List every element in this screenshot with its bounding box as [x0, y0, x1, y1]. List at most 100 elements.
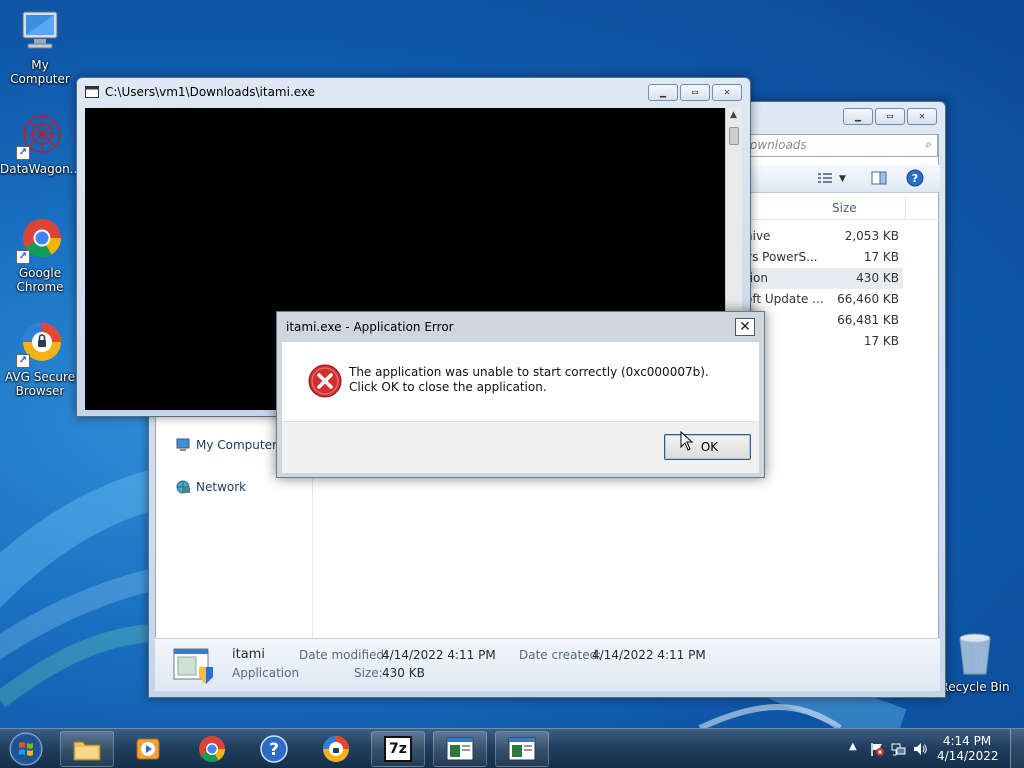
taskbar-help-button[interactable]: ?: [247, 731, 301, 767]
media-player-icon: [136, 738, 160, 760]
recycle-bin-icon: [951, 630, 999, 678]
computer-icon: [16, 8, 64, 56]
desktop-icon-label: AVG Secure Browser: [4, 370, 76, 398]
avg-browser-icon: ↗: [16, 320, 64, 368]
taskbar-media-player-button[interactable]: [121, 731, 175, 767]
file-name: oft Update ...: [745, 292, 824, 306]
desktop-icon-datawagon[interactable]: ↗ DataWagon...: [0, 112, 82, 176]
column-size[interactable]: Size: [832, 201, 857, 215]
clock-date: 4/14/2022: [937, 749, 999, 763]
dialog-title: itami.exe - Application Error: [286, 320, 454, 334]
preview-pane-button[interactable]: [871, 170, 887, 189]
detail-file-type: Application: [232, 666, 300, 680]
maximize-button[interactable]: ▭: [680, 84, 710, 101]
7zip-label: 7z: [389, 741, 407, 757]
help-icon: ?: [906, 169, 924, 187]
minimize-button[interactable]: ▁: [843, 108, 873, 125]
file-row[interactable]: oft Update ... 66,460 KB: [745, 289, 903, 310]
dialog-body: The application was unable to start corr…: [282, 342, 759, 473]
desktop-icon-avg-secure-browser[interactable]: ↗ AVG Secure Browser: [0, 320, 80, 398]
dialog-titlebar[interactable]: itami.exe - Application Error: [277, 312, 764, 342]
preview-pane-icon: [871, 171, 887, 185]
taskbar: ? 7z ▲ 4:14 PM 4/14/2022: [0, 728, 1024, 768]
shortcut-arrow-icon: ↗: [16, 354, 30, 368]
detail-date-modified: 4/14/2022 4:11 PM: [382, 648, 496, 662]
maximize-button[interactable]: ▭: [875, 108, 905, 125]
desktop-icon-label: DataWagon...: [0, 162, 82, 176]
network-icon[interactable]: [891, 741, 907, 757]
svg-text:?: ?: [912, 172, 918, 185]
file-list-header: Size: [745, 196, 940, 220]
file-row[interactable]: hive 2,053 KB: [745, 226, 903, 247]
application-window-icon: [446, 737, 474, 761]
start-button[interactable]: [6, 731, 46, 767]
computer-icon: [176, 438, 190, 451]
avg-browser-icon: [323, 736, 349, 762]
search-input[interactable]: ownloads ⌕: [745, 134, 938, 157]
taskbar-chrome-button[interactable]: [185, 731, 239, 767]
file-row[interactable]: e 66,481 KB: [745, 310, 903, 331]
taskbar-error-dialog-button[interactable]: [495, 731, 549, 767]
detail-date-created-label: Date created:: [519, 648, 602, 662]
scroll-up-arrow-icon[interactable]: ▲: [730, 110, 737, 120]
error-icon: [308, 364, 342, 398]
search-icon: ⌕: [925, 137, 932, 151]
detail-size: 430 KB: [382, 666, 425, 680]
minimize-button[interactable]: ▁: [648, 84, 678, 101]
desktop-icon-google-chrome[interactable]: ↗ Google Chrome: [0, 216, 80, 294]
file-size: 66,481 KB: [837, 313, 899, 327]
desktop-icon-recycle-bin[interactable]: Recycle Bin: [935, 630, 1015, 694]
7zip-icon: 7z: [384, 736, 412, 762]
nav-item-label: Network: [196, 480, 247, 494]
desktop-icon-label: Google Chrome: [16, 266, 64, 294]
taskbar-avg-browser-button[interactable]: [309, 731, 363, 767]
help-button[interactable]: ?: [906, 169, 924, 190]
error-dialog[interactable]: itami.exe - Application Error ✕ The appl…: [276, 311, 765, 478]
detail-file-name: itami: [232, 647, 265, 662]
detail-size-label: Size:: [354, 666, 383, 680]
column-separator[interactable]: [905, 196, 906, 220]
clock[interactable]: 4:14 PM 4/14/2022: [937, 734, 999, 764]
show-desktop-button[interactable]: [1010, 729, 1024, 768]
close-button[interactable]: ✕: [907, 108, 937, 125]
file-size: 2,053 KB: [844, 229, 899, 243]
taskbar-console-button[interactable]: [433, 731, 487, 767]
nav-item-label: My Computer: [196, 438, 277, 452]
nav-item-network[interactable]: Network: [175, 479, 246, 495]
scrollbar-thumb[interactable]: [729, 127, 739, 145]
chrome-icon: ↗: [16, 216, 64, 264]
folder-icon: [73, 741, 101, 761]
shortcut-arrow-icon: ↗: [16, 146, 30, 160]
close-button[interactable]: ✕: [712, 84, 742, 101]
ok-button[interactable]: OK: [664, 434, 751, 460]
file-row-selected[interactable]: tion 430 KB: [745, 268, 903, 289]
datawagon-icon: ↗: [16, 112, 64, 160]
console-app-icon: [85, 86, 99, 98]
action-center-flag-icon[interactable]: [869, 741, 885, 757]
file-row[interactable]: vs PowerS... 17 KB: [745, 247, 903, 268]
taskbar-explorer-button[interactable]: [60, 731, 114, 767]
search-placeholder: ownloads: [750, 138, 807, 152]
mouse-cursor-icon: [680, 431, 694, 451]
show-hidden-icons-button[interactable]: ▲: [849, 741, 857, 752]
application-icon: [173, 647, 215, 685]
help-glyph: ?: [269, 740, 279, 760]
help-icon: ?: [260, 735, 288, 763]
volume-icon[interactable]: [912, 741, 928, 757]
detail-date-modified-label: Date modified:: [299, 648, 389, 662]
detail-date-created: 4/14/2022 4:11 PM: [592, 648, 706, 662]
file-size: 430 KB: [856, 271, 899, 285]
nav-item-my-computer[interactable]: My Computer: [175, 437, 277, 453]
network-icon: [176, 480, 190, 494]
system-tray: ▲ 4:14 PM 4/14/2022: [844, 729, 1024, 768]
error-message: The application was unable to start corr…: [349, 365, 709, 394]
dialog-close-button[interactable]: ✕: [735, 318, 755, 336]
details-view-icon: [818, 173, 832, 183]
chrome-icon: [199, 736, 226, 763]
file-row[interactable]: e 17 KB: [745, 331, 903, 352]
clock-time: 4:14 PM: [942, 734, 992, 748]
view-options-button[interactable]: ▼: [817, 170, 855, 188]
taskbar-7zip-button[interactable]: 7z: [371, 731, 425, 767]
file-size: 17 KB: [863, 334, 899, 348]
desktop-icon-my-computer[interactable]: My Computer: [0, 8, 80, 86]
